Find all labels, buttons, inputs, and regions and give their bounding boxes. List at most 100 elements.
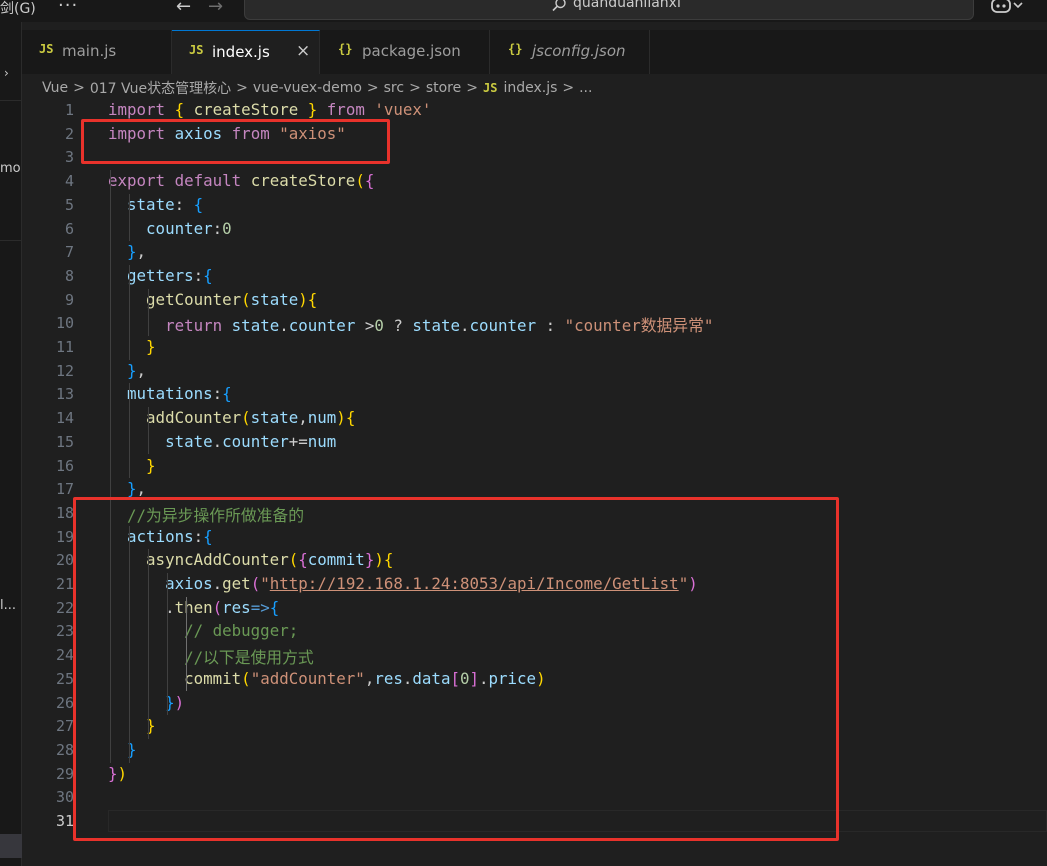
code-token: import	[108, 100, 166, 119]
code-token: (	[241, 408, 251, 428]
code-text: export default createStore({	[108, 171, 374, 190]
code-text: }	[108, 337, 156, 356]
code-line[interactable]: 13 mutations:{	[22, 383, 1047, 407]
command-center-search[interactable]: quanduanlianxi	[244, 0, 974, 20]
code-token: .	[279, 316, 289, 336]
breadcrumb-item[interactable]: src	[384, 80, 404, 96]
line-number: 13	[55, 385, 74, 404]
code-token: createStore	[193, 100, 299, 119]
code-token: num	[307, 431, 337, 451]
code-token: counter	[222, 431, 289, 451]
code-line[interactable]: 16 }	[22, 455, 1047, 479]
code-token: .	[459, 316, 470, 336]
line-number: 5	[64, 195, 74, 214]
code-line[interactable]: 14 addCounter(state,num){	[22, 407, 1047, 431]
line-number: 3	[64, 148, 74, 167]
tab-package-json[interactable]: {} package.json	[320, 30, 490, 74]
breadcrumb-item[interactable]: store	[426, 80, 461, 96]
code-token: from	[326, 100, 365, 119]
code-token: ,	[136, 242, 147, 262]
forward-arrow-icon[interactable]: →	[208, 0, 223, 17]
code-token: (	[355, 171, 365, 191]
line-number: 24	[55, 646, 74, 665]
line-number: 23	[55, 622, 74, 641]
code-line[interactable]: 4 export default createStore({	[22, 170, 1047, 194]
tab-index-js[interactable]: JS index.js ×	[172, 30, 320, 74]
code-token: {	[203, 265, 213, 285]
code-line[interactable]: 12 },	[22, 360, 1047, 384]
code-token: state	[250, 408, 299, 428]
indent-guide	[129, 193, 130, 242]
code-token: +=	[288, 431, 308, 451]
line-number: 8	[64, 266, 74, 285]
code-text: import { createStore } from 'vuex'	[108, 100, 431, 119]
chevron-right-icon[interactable]: ›	[4, 66, 9, 80]
code-token: num	[307, 408, 337, 428]
tab-main-js[interactable]: JS main.js	[22, 30, 172, 74]
breadcrumb-item[interactable]: 017 Vue状态管理核心	[90, 78, 231, 98]
code-text: getters:{	[108, 266, 213, 285]
code-token: state	[250, 289, 299, 309]
code-token: getters	[127, 265, 194, 285]
code-token: }	[146, 455, 156, 475]
code-line[interactable]: 7 },	[22, 241, 1047, 265]
close-icon[interactable]: ×	[296, 41, 310, 61]
menu-item-goto[interactable]: 剑(G)	[0, 0, 36, 18]
breadcrumb-item[interactable]: vue-vuex-demo	[253, 80, 362, 96]
code-token: )	[298, 289, 308, 309]
code-line[interactable]: 6 counter:0	[22, 218, 1047, 242]
line-number: 11	[55, 338, 74, 356]
line-number: 21	[55, 575, 74, 593]
code-token: :	[174, 194, 194, 214]
code-text: state.counter+=num	[108, 432, 336, 451]
indent-guide	[148, 288, 149, 336]
more-menu-icon[interactable]: ···	[58, 0, 78, 16]
code-text: addCounter(state,num){	[108, 408, 355, 427]
code-line[interactable]: 9 getCounter(state){	[22, 289, 1047, 313]
code-line[interactable]: 15 state.counter+=num	[22, 431, 1047, 455]
code-token: }	[127, 479, 137, 499]
code-token: }	[127, 360, 137, 380]
code-line[interactable]: 11 }	[22, 336, 1047, 360]
annotation-box-actions	[73, 497, 839, 841]
breadcrumb-file[interactable]: index.js	[503, 80, 557, 96]
code-token: ,	[136, 360, 147, 380]
line-number: 7	[64, 243, 74, 262]
line-number: 16	[55, 456, 74, 475]
code-text: counter:0	[108, 219, 232, 238]
json-file-icon: {}	[338, 42, 353, 56]
code-token: }	[127, 242, 137, 262]
code-token: {	[307, 289, 318, 309]
tab-label: package.json	[362, 42, 461, 60]
code-token: default	[174, 171, 242, 191]
code-token: >	[355, 316, 375, 336]
chevron-right-icon: >	[366, 80, 379, 96]
tab-jsconfig-json[interactable]: {} jsconfig.json	[490, 30, 650, 74]
code-token: {	[364, 171, 375, 191]
code-token: return	[165, 316, 223, 336]
copilot-icon[interactable]	[990, 0, 1024, 16]
code-line[interactable]: 10 return state.counter >0 ? state.count…	[22, 312, 1047, 336]
code-text: },	[108, 361, 146, 380]
code-token: state	[165, 431, 213, 451]
code-line[interactable]: 8 getters:{	[22, 265, 1047, 289]
breadcrumb-item[interactable]: Vue	[42, 80, 68, 96]
sidebar-fragment-1[interactable]: mo	[0, 161, 21, 176]
back-arrow-icon[interactable]: ←	[176, 0, 191, 17]
sidebar-selected-row[interactable]	[0, 834, 22, 858]
explorer-sidebar[interactable]: › mo l...	[0, 22, 22, 866]
breadcrumb-symbols[interactable]: ...	[579, 80, 592, 96]
search-icon	[552, 0, 566, 12]
sidebar-fragment-2[interactable]: l...	[0, 598, 16, 613]
code-line[interactable]: 5 state: {	[22, 194, 1047, 218]
code-token: counter	[288, 316, 356, 336]
code-token: addCounter	[146, 408, 242, 428]
line-number: 9	[64, 290, 74, 309]
